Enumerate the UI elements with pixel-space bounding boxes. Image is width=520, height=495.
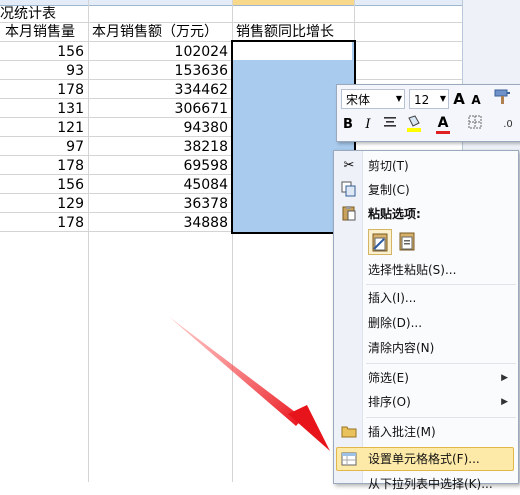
annotation-arrow — [168, 316, 330, 451]
